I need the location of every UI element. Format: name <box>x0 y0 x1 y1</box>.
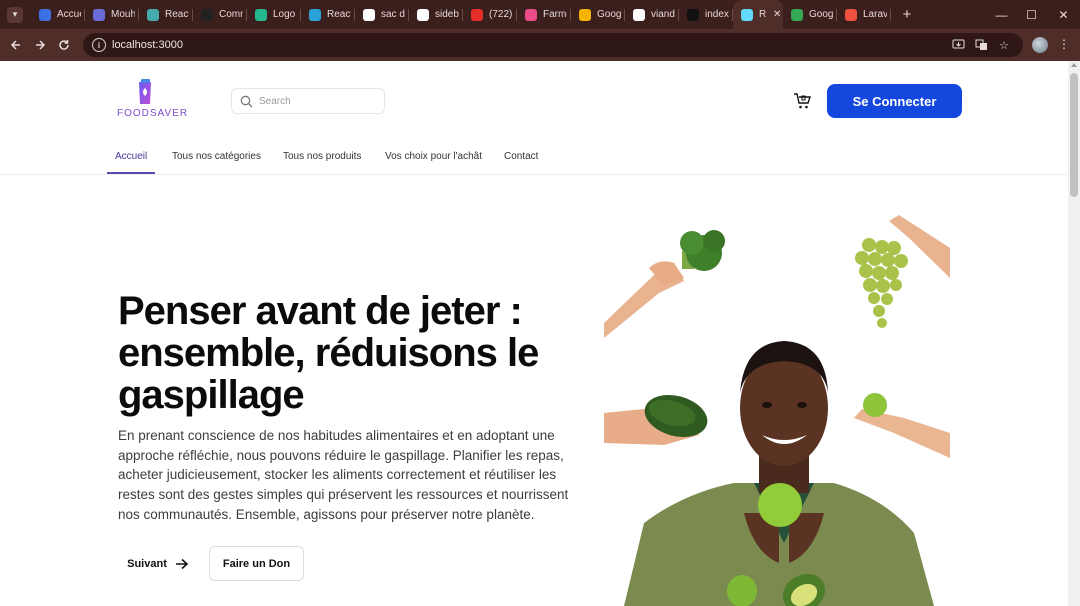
browser-tab[interactable]: sac de <box>355 0 409 29</box>
search-input[interactable] <box>259 95 369 107</box>
browser-tab-strip: ▾ Accue Mouh React Comn Logo React sac de sideb… <box>0 0 1080 29</box>
nav-item-accueil[interactable]: Accueil <box>115 151 147 162</box>
grapes <box>855 238 908 328</box>
browser-tab[interactable]: React <box>139 0 193 29</box>
dribbble-icon <box>525 8 537 21</box>
install-app-icon[interactable] <box>951 38 965 52</box>
browser-tab[interactable]: sideba <box>409 0 463 29</box>
tab-title: Goog <box>597 9 621 20</box>
profile-icon <box>93 8 105 21</box>
next-button[interactable]: Suivant <box>118 547 198 581</box>
google-icon <box>363 8 375 21</box>
google-drive-icon <box>579 8 591 21</box>
page-scrollbar[interactable] <box>1068 61 1080 606</box>
tab-title: (722) <box>489 9 513 20</box>
tab-title: Larav <box>863 9 887 20</box>
nav-item-purchase-choices[interactable]: Vos choix pour l'achât <box>385 151 482 162</box>
browser-tab[interactable]: Farmg <box>517 0 571 29</box>
hero-image-man-with-vegetables <box>604 215 950 606</box>
scrollbar-thumb[interactable] <box>1070 73 1078 197</box>
tab-title: Goog <box>809 9 833 20</box>
tab-title: sac de <box>381 9 405 20</box>
youtube-icon <box>471 8 483 21</box>
back-arrow-icon[interactable] <box>4 33 28 57</box>
smiling-man <box>624 341 934 606</box>
chrome-c-icon <box>39 8 51 21</box>
profile-avatar[interactable] <box>1032 37 1048 53</box>
browser-tab[interactable]: (722) <box>463 0 517 29</box>
tab-title: Mouh <box>111 9 135 20</box>
google-drive-icon <box>791 8 803 21</box>
tab-title: viande <box>651 9 675 20</box>
reload-icon[interactable] <box>52 33 76 57</box>
tab-title: React <box>165 9 189 20</box>
browser-tab[interactable]: index <box>679 0 733 29</box>
url-text[interactable]: localhost:3000 <box>112 39 183 51</box>
browser-tab[interactable]: Accue <box>31 0 85 29</box>
next-button-label: Suivant <box>127 558 167 570</box>
nav-item-contact[interactable]: Contact <box>504 151 538 162</box>
laravel-icon <box>845 8 857 21</box>
login-button[interactable]: Se Connecter <box>827 84 962 118</box>
translate-icon[interactable] <box>974 38 988 52</box>
browser-tab[interactable]: Mouh <box>85 0 139 29</box>
bookmark-star-icon[interactable]: ☆ <box>997 38 1011 52</box>
tab-title: sideba <box>435 9 459 20</box>
browser-tab[interactable]: Logo <box>247 0 301 29</box>
browser-tab[interactable]: Larav <box>837 0 891 29</box>
tab-list: Accue Mouh React Comn Logo React sac de sideba (… <box>31 0 891 29</box>
donate-button[interactable]: Faire un Don <box>209 546 304 581</box>
search-icon <box>240 95 253 107</box>
nav-divider <box>0 174 1068 175</box>
react-icon <box>147 8 159 21</box>
tab-title: Farmg <box>543 9 567 20</box>
close-tab-icon[interactable]: ✕ <box>773 9 781 20</box>
site-info-icon[interactable]: i <box>92 38 106 52</box>
logo-wordmark: FOODSAVER <box>117 108 189 119</box>
address-bar[interactable]: i localhost:3000 ☆ <box>83 33 1023 57</box>
cart-icon[interactable] <box>793 92 811 110</box>
browser-tab[interactable]: R ✕ <box>733 0 783 29</box>
nav-item-products[interactable]: Tous nos produits <box>283 151 361 162</box>
tab-separator <box>890 9 891 21</box>
browser-tab[interactable]: viande <box>625 0 679 29</box>
browser-tab[interactable]: Comn <box>193 0 247 29</box>
nav-item-categories[interactable]: Tous nos catégories <box>172 151 261 162</box>
browser-toolbar: i localhost:3000 ☆ <box>0 29 1080 61</box>
close-window-button[interactable]: ✕ <box>1047 0 1080 29</box>
github-icon <box>201 8 213 21</box>
maximize-button[interactable]: ☐ <box>1015 0 1048 29</box>
google-icon <box>417 8 429 21</box>
react-icon <box>741 8 753 21</box>
hero-title: Penser avant de jeter : ensemble, réduis… <box>118 289 539 417</box>
leaf-icon <box>255 8 267 21</box>
browser-menu-icon[interactable]: ⋮ <box>1058 37 1070 51</box>
new-tab-button[interactable]: + <box>899 6 915 23</box>
minimize-button[interactable]: — <box>985 0 1018 29</box>
browser-tab[interactable]: Goog <box>783 0 837 29</box>
google-icon <box>633 8 645 21</box>
hero-description: En prenant conscience de nos habitudes a… <box>118 428 569 522</box>
terminal-icon <box>687 8 699 21</box>
tab-search-chevron-icon[interactable]: ▾ <box>7 6 23 23</box>
browser-tab[interactable]: Goog <box>571 0 625 29</box>
browser-tab[interactable]: React <box>301 0 355 29</box>
broccoli <box>680 230 725 271</box>
scroll-up-arrow-icon[interactable] <box>1071 63 1077 67</box>
react-icon <box>309 8 321 21</box>
tab-title: React <box>327 9 351 20</box>
tab-title: index <box>705 9 729 20</box>
forward-arrow-icon[interactable] <box>28 33 52 57</box>
tab-title: Comn <box>219 9 243 20</box>
tab-title: R <box>759 9 767 20</box>
search-box[interactable] <box>231 88 385 114</box>
arrow-right-icon <box>175 558 189 570</box>
tab-title: Accue <box>57 9 81 20</box>
lime <box>863 393 887 417</box>
tab-title: Logo <box>273 9 296 20</box>
web-page: FOODSAVER Se Connecter Accueil Tous nos … <box>0 61 1068 606</box>
green-apple <box>758 483 802 527</box>
